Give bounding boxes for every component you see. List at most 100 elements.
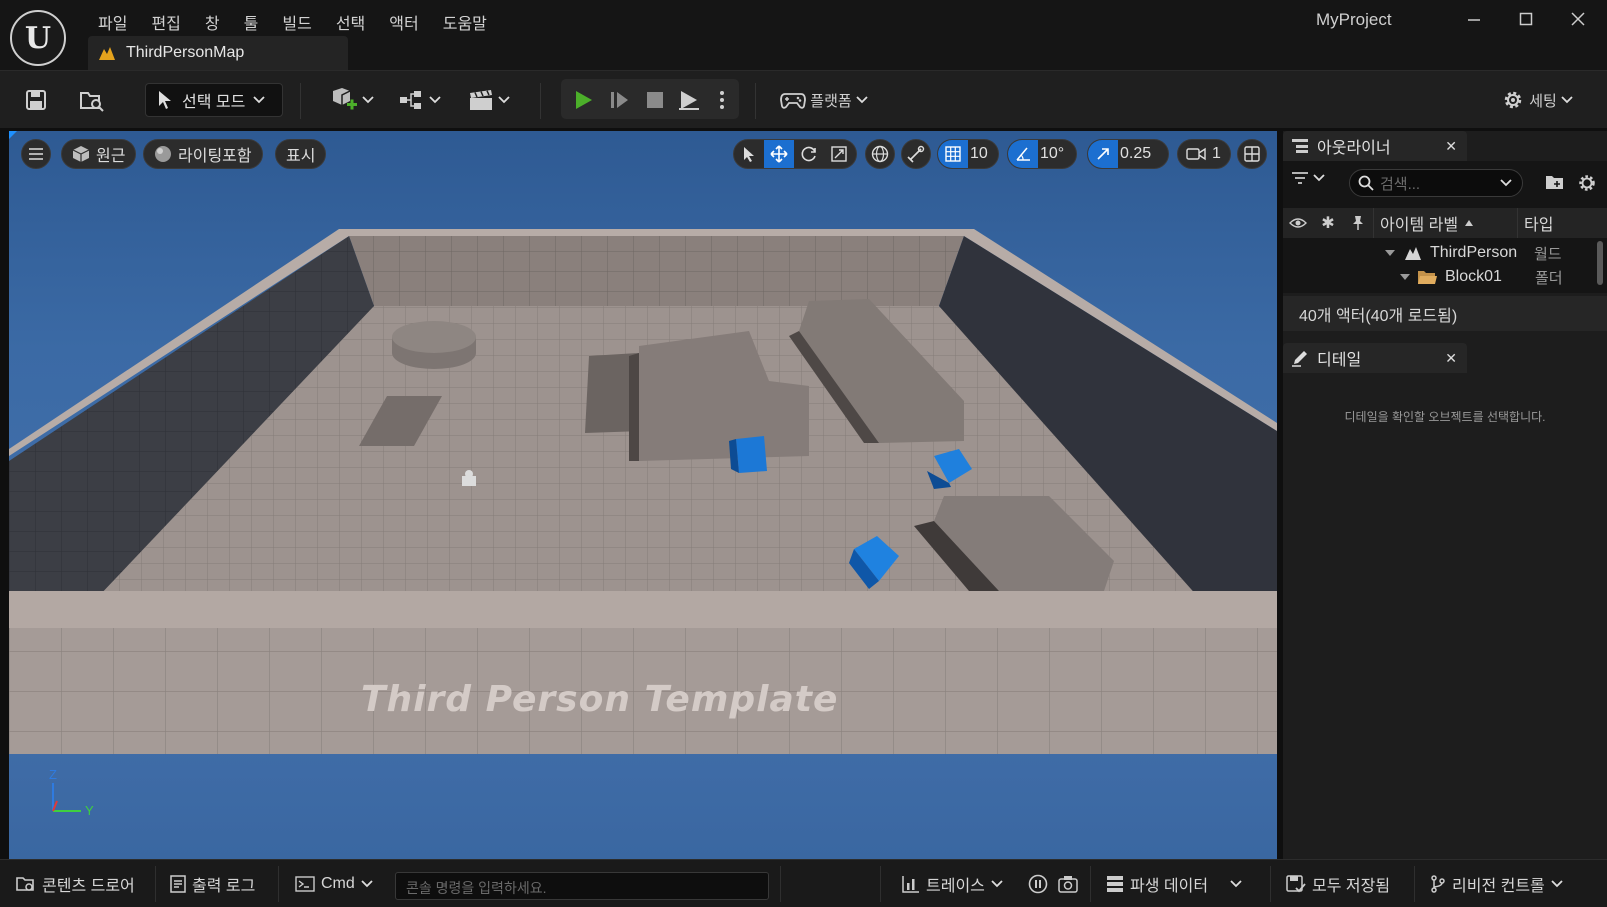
- browse-content-button[interactable]: [76, 81, 108, 119]
- menu-window[interactable]: 창: [193, 8, 232, 33]
- surface-snap-button[interactable]: [901, 139, 931, 169]
- project-name: MyProject: [1316, 10, 1392, 29]
- content-drawer-icon: [16, 877, 34, 891]
- cinematics-button[interactable]: [464, 81, 514, 119]
- scale-snap-group: 0.25: [1087, 139, 1169, 169]
- eye-icon: [1289, 218, 1307, 228]
- status-divider: [1414, 866, 1415, 902]
- visibility-column[interactable]: [1283, 217, 1313, 229]
- pin-column[interactable]: [1343, 215, 1373, 231]
- branch-icon: [1431, 875, 1445, 893]
- rotation-snap-toggle[interactable]: [1008, 140, 1038, 168]
- select-tool-button[interactable]: [734, 140, 764, 168]
- grid-snap-value[interactable]: 10: [968, 145, 996, 163]
- screenshot-button[interactable]: [1058, 868, 1078, 900]
- outliner-row[interactable]: Block01 폴더: [1283, 265, 1607, 289]
- rotate-tool-button[interactable]: [794, 140, 824, 168]
- viewport-layout-button[interactable]: [1237, 139, 1267, 169]
- platforms-dropdown[interactable]: 플랫폼: [772, 81, 876, 119]
- world-local-toggle[interactable]: [865, 139, 895, 169]
- outliner-scrollbar[interactable]: [1597, 241, 1603, 285]
- menu-edit[interactable]: 편집: [139, 8, 192, 33]
- scale-snap-value[interactable]: 0.25: [1118, 145, 1159, 163]
- maximize-button[interactable]: [1506, 4, 1546, 34]
- outliner-row[interactable]: ThirdPerson 월드: [1283, 241, 1607, 265]
- play-button[interactable]: [568, 81, 598, 119]
- save-all-button[interactable]: 모두 저장됨: [1286, 868, 1390, 900]
- outliner-panel: 검색... ✱ 아이템 라벨 타입 ThirdPerson 월드 Block01…: [1283, 161, 1607, 293]
- level-viewport[interactable]: Third Person Template 원근 라이팅포함 표시 10 10°…: [9, 131, 1277, 859]
- type-column-title: 타입: [1524, 217, 1554, 234]
- viewport-active-corner: [9, 131, 17, 139]
- axis-y-label: Y: [85, 803, 94, 818]
- status-bar: 콘텐츠 드로어 출력 로그 Cmd 콘솔 명령을 입력하세요. 트레이스 파생 …: [0, 859, 1607, 907]
- selection-mode-dropdown[interactable]: 선택 모드: [145, 83, 283, 117]
- save-button[interactable]: [20, 81, 52, 119]
- settings-dropdown[interactable]: 세팅: [1492, 81, 1582, 119]
- expand-arrow-icon: [1400, 274, 1410, 280]
- perspective-button[interactable]: 원근: [61, 139, 137, 169]
- close-icon[interactable]: ✕: [1445, 350, 1457, 367]
- record-trace-icon: [1028, 874, 1048, 894]
- outliner-icon: [1292, 139, 1308, 153]
- type-column-header[interactable]: 타입: [1517, 208, 1607, 238]
- content-drawer-button[interactable]: 콘텐츠 드로어: [16, 868, 135, 900]
- trace-dropdown[interactable]: 트레이스: [902, 868, 1003, 900]
- menu-select[interactable]: 선택: [324, 8, 377, 33]
- rotation-snap-value[interactable]: 10°: [1038, 145, 1072, 163]
- outliner-search-input[interactable]: 검색...: [1349, 169, 1523, 197]
- main-toolbar: 선택 모드 플랫폼 세팅: [0, 70, 1607, 128]
- show-button[interactable]: 표시: [275, 139, 327, 169]
- chevron-down-icon: [361, 880, 373, 888]
- menu-actor[interactable]: 액터: [377, 8, 430, 33]
- menu-bar: 파일 편집 창 툴 빌드 선택 액터 도움말: [86, 8, 499, 33]
- close-window-button[interactable]: [1558, 4, 1598, 34]
- cmd-dropdown[interactable]: Cmd: [295, 868, 373, 900]
- camera-speed-button[interactable]: 1: [1177, 139, 1231, 169]
- play-options-button[interactable]: [712, 81, 732, 119]
- cursor-icon: [744, 147, 754, 162]
- details-pencil-icon: [1292, 351, 1307, 367]
- expand-arrow-icon: [1385, 250, 1395, 256]
- derived-data-dropdown[interactable]: 파생 데이터: [1106, 868, 1242, 900]
- filter-button[interactable]: [1291, 171, 1325, 185]
- label-column-header[interactable]: 아이템 라벨: [1373, 208, 1517, 238]
- blueprints-button[interactable]: [396, 81, 444, 119]
- search-icon: [1358, 175, 1374, 191]
- stop-button[interactable]: [640, 81, 670, 119]
- toolbar-divider: [755, 83, 756, 119]
- menu-file[interactable]: 파일: [86, 8, 139, 33]
- tab-details[interactable]: 디테일 ✕: [1283, 343, 1467, 373]
- axis-z-label: Z: [49, 767, 57, 782]
- tab-outliner[interactable]: 아웃라이너 ✕: [1283, 131, 1467, 161]
- star-icon[interactable]: ✱: [1313, 213, 1343, 233]
- log-icon: [170, 875, 186, 893]
- lit-button[interactable]: 라이팅포함: [143, 139, 263, 169]
- outliner-item-type: 폴더: [1535, 269, 1563, 287]
- hamburger-icon: [29, 148, 43, 160]
- grid-snap-toggle[interactable]: [938, 140, 968, 168]
- trace-record-button[interactable]: [1028, 868, 1048, 900]
- close-icon[interactable]: ✕: [1445, 138, 1457, 155]
- console-command-input[interactable]: 콘솔 명령을 입력하세요.: [395, 872, 769, 900]
- add-folder-button[interactable]: [1545, 173, 1565, 194]
- details-empty-message: 디테일을 확인할 오브젝트를 선택합니다.: [1344, 410, 1546, 424]
- eject-button[interactable]: [674, 81, 704, 119]
- save-check-icon: [1286, 875, 1306, 893]
- menu-build[interactable]: 빌드: [270, 8, 323, 33]
- minimize-button[interactable]: [1454, 4, 1494, 34]
- menu-help[interactable]: 도움말: [431, 8, 499, 33]
- add-actor-button[interactable]: [326, 81, 376, 119]
- revision-control-dropdown[interactable]: 리비전 컨트롤: [1430, 868, 1563, 900]
- scale-snap-toggle[interactable]: [1088, 140, 1118, 168]
- viewport-options-button[interactable]: [21, 139, 51, 169]
- translate-tool-button[interactable]: [764, 140, 794, 168]
- output-log-button[interactable]: 출력 로그: [170, 868, 255, 900]
- unreal-logo-icon[interactable]: U: [10, 10, 66, 66]
- scale-tool-button[interactable]: [824, 140, 854, 168]
- menu-tools[interactable]: 툴: [232, 8, 271, 33]
- trace-chart-icon: [902, 876, 919, 893]
- advance-frame-button[interactable]: [604, 81, 634, 119]
- outliner-settings-button[interactable]: [1577, 173, 1597, 196]
- tab-thirdpersonmap[interactable]: ThirdPersonMap: [88, 36, 348, 70]
